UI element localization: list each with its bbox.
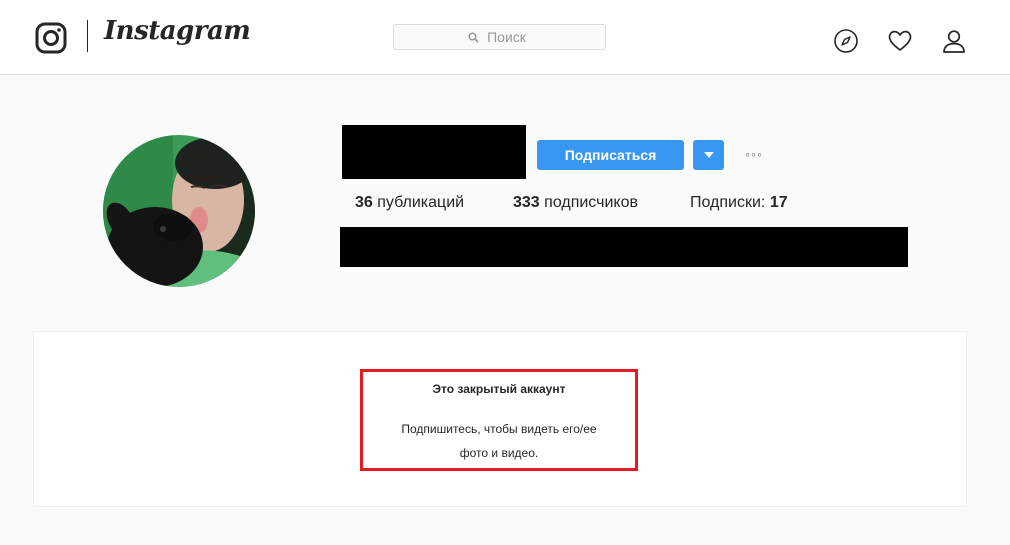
activity-heart-icon[interactable] <box>887 28 913 54</box>
posts-count: 36 <box>355 194 373 211</box>
followers-count-stat[interactable]: 333 подписчиков <box>513 194 638 212</box>
search-box[interactable] <box>393 24 606 50</box>
private-account-message: Подпишитесь, чтобы видеть его/ее фото и … <box>360 417 638 465</box>
top-navigation-bar: Instagram <box>0 0 1010 75</box>
private-message-line-2: фото и видео. <box>459 446 539 460</box>
following-count-stat[interactable]: Подписки: 17 <box>690 194 788 212</box>
brand-divider <box>87 20 88 52</box>
followers-count: 333 <box>513 194 540 211</box>
redacted-username <box>342 125 526 179</box>
suggestions-dropdown-button[interactable] <box>693 140 724 170</box>
instagram-logo-wordmark[interactable]: Instagram <box>104 16 251 46</box>
private-account-title: Это закрытый аккаунт <box>432 382 566 396</box>
profile-avatar[interactable] <box>103 135 255 287</box>
profile-person-icon[interactable] <box>941 28 967 54</box>
private-message-line-1: Подпишитесь, чтобы видеть его/ее <box>401 422 597 436</box>
instagram-glyph-icon[interactable] <box>35 22 67 54</box>
followers-label: подписчиков <box>539 194 638 211</box>
caret-down-icon <box>703 151 714 158</box>
more-options-button[interactable]: ◦◦◦ <box>738 146 770 164</box>
following-count: 17 <box>769 194 788 211</box>
avatar-photo <box>103 135 255 287</box>
posts-count-stat: 36 публикаций <box>355 194 464 212</box>
explore-compass-icon[interactable] <box>833 28 859 54</box>
posts-label: публикаций <box>372 194 465 211</box>
search-input[interactable] <box>394 25 605 49</box>
follow-button[interactable]: Подписаться <box>537 140 684 170</box>
redacted-bio <box>340 227 908 267</box>
following-label: Подписки: <box>690 194 770 211</box>
